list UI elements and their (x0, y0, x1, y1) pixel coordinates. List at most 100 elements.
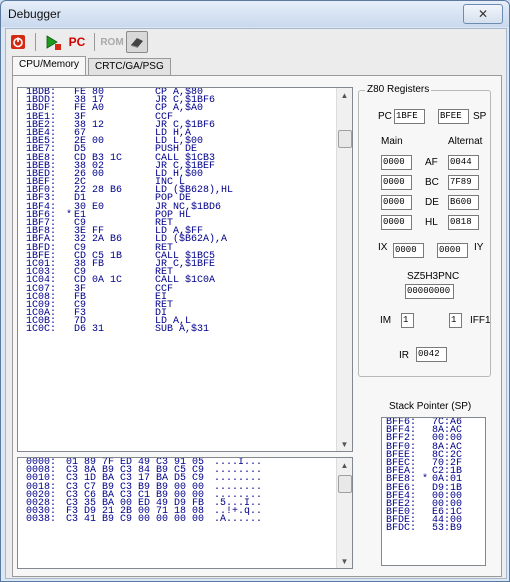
group-title: Z80 Registers (365, 84, 432, 95)
power-icon (11, 35, 25, 49)
opcode-bytes-cell: 38 12 (74, 119, 105, 131)
scroll-down-icon[interactable]: ▼ (337, 554, 352, 568)
eraser-icon (131, 38, 143, 48)
ix-label: IX (378, 242, 388, 253)
scroll-up-icon[interactable]: ▲ (337, 88, 352, 102)
iy-field[interactable]: 0000 (437, 243, 468, 258)
flags-label: SZ5H3PNC (407, 271, 460, 282)
instruction-cell: CP A,$A0 (155, 103, 204, 115)
im-field[interactable]: 1 (401, 313, 414, 328)
ir-field[interactable]: 0042 (416, 347, 447, 362)
im-label: IM (380, 315, 392, 326)
tab-bar: CPU/Memory CRTC/GA/PSG (12, 56, 173, 76)
opcode-bytes-cell: C9 (74, 299, 87, 311)
hl-main-field[interactable]: 0000 (381, 215, 412, 230)
rom-icon: ROM (100, 36, 124, 48)
memory-dump-list[interactable]: 0000: 01 89 7F ED 49 C3 91 05 ....I... 0008… (17, 457, 353, 569)
iff1-label: IFF1 (470, 315, 491, 326)
opcode-bytes-cell: E1 (74, 209, 87, 221)
pc-icon: PC (68, 35, 86, 49)
opcode-bytes-cell: 2E 00 (74, 136, 105, 148)
disassembly-list[interactable]: 1BDB: FE 80 CP A,$80 1BDD: 38 17 JR C,$1BF6 1B… (17, 87, 353, 452)
scroll-down-icon[interactable]: ▼ (337, 437, 352, 451)
stack-value-cell: 53:B9 (432, 523, 463, 535)
bc-alt-field[interactable]: 7F89 (448, 175, 479, 190)
opcode-bytes-cell: 32 2A B6 (74, 234, 123, 246)
memory-scrollbar[interactable]: ▲ ▼ (336, 458, 352, 568)
sp-label: SP (473, 111, 487, 122)
close-button[interactable]: ✕ (463, 4, 503, 24)
address-cell: 1C0C: (26, 324, 57, 336)
hex-bytes-cell: C3 41 B9 C9 00 00 00 00 (66, 514, 205, 526)
de-label: DE (425, 197, 439, 208)
tab-crtc-ga-psg[interactable]: CRTC/GA/PSG (88, 58, 171, 75)
title-bar[interactable]: Debugger ✕ (1, 1, 509, 27)
close-icon: ✕ (477, 7, 489, 21)
client-area: PC ROM CPU/Memory CRTC/GA/PSG 1BDB: FE 80… (5, 28, 507, 579)
step-icon (46, 35, 61, 50)
opcode-bytes-cell: 38 FB (74, 258, 105, 270)
opcode-bytes-cell: 26 00 (74, 168, 105, 180)
flags-field[interactable]: 00000000 (405, 284, 454, 299)
opcode-bytes-cell: D6 31 (74, 324, 105, 336)
alternate-label: Alternat (448, 136, 483, 147)
opcode-bytes-cell: 3F (74, 283, 87, 295)
toolbar-separator (94, 33, 95, 51)
sp-field[interactable]: BFEE (438, 109, 469, 124)
af-main-field[interactable]: 0000 (381, 155, 412, 170)
instruction-cell: CCF (155, 283, 174, 295)
de-alt-field[interactable]: B600 (448, 195, 479, 210)
opcode-bytes-cell: CD 0A 1C (74, 275, 123, 287)
memory-row[interactable]: 0038: C3 41 B9 C9 00 00 00 00 .A...... (26, 514, 274, 526)
window-title: Debugger (8, 7, 61, 21)
hl-label: HL (425, 217, 438, 228)
ascii-cell: .A...... (214, 514, 263, 526)
z80-registers-group: Z80 Registers PC 1BFE BFEE SP Main Alter… (358, 84, 491, 377)
debugger-window: Debugger ✕ PC ROM CPU/Memory CRTC/GA/PSG… (0, 0, 510, 582)
cpu-memory-panel: 1BDB: FE 80 CP A,$80 1BDD: 38 17 JR C,$1BF6 1B… (12, 75, 502, 577)
breakpoint-marker: * (66, 209, 73, 221)
stack-address-cell: BFDC: (386, 523, 417, 535)
stack-row[interactable]: BFDC: 53:B9 (386, 523, 476, 535)
stop-button[interactable] (8, 32, 28, 52)
eraser-button[interactable] (126, 31, 148, 53)
scroll-thumb[interactable] (338, 130, 352, 148)
opcode-bytes-cell: F3 (74, 308, 87, 320)
de-main-field[interactable]: 0000 (381, 195, 412, 210)
instruction-cell: SUB A,$31 (155, 324, 210, 336)
scroll-up-icon[interactable]: ▲ (337, 458, 352, 472)
af-label: AF (425, 157, 438, 168)
stack-list[interactable]: BFF6: 7C:A6 BFF4: 8A:AC BFF2: 00:00 BFF0: 8A:AC… (381, 417, 486, 566)
instruction-cell: LD ($B62A),A (155, 234, 228, 246)
pc-label: PC (378, 111, 392, 122)
instruction-cell: JR C,$1BFE (155, 258, 216, 270)
disassembly-scrollbar[interactable]: ▲ ▼ (336, 88, 352, 451)
instruction-cell: EI (155, 291, 168, 303)
opcode-bytes-cell: FE A0 (74, 103, 105, 115)
instruction-cell: CALL $1C0A (155, 275, 216, 287)
hl-alt-field[interactable]: 0818 (448, 215, 479, 230)
bc-main-field[interactable]: 0000 (381, 175, 412, 190)
iff-field[interactable]: 1 (449, 313, 462, 328)
disassembly-row[interactable]: 1C0C: D6 31 SUB A,$31 (26, 324, 305, 336)
toolbar-separator (35, 33, 36, 51)
pc-button[interactable]: PC (67, 32, 87, 52)
scroll-thumb[interactable] (338, 475, 352, 493)
opcode-bytes-cell: 22 28 B6 (74, 185, 123, 197)
opcode-bytes-cell: FB (74, 291, 87, 303)
pc-field[interactable]: 1BFE (394, 109, 425, 124)
opcode-bytes-cell: 30 E0 (74, 201, 105, 213)
ix-field[interactable]: 0000 (393, 243, 424, 258)
instruction-cell: POP HL (155, 209, 192, 221)
stack-marker: * (422, 474, 429, 486)
address-cell: 0038: (26, 514, 57, 526)
rom-button[interactable]: ROM (100, 32, 124, 52)
ir-label: IR (399, 350, 409, 361)
af-alt-field[interactable]: 0044 (448, 155, 479, 170)
stack-title: Stack Pointer (SP) (389, 401, 472, 412)
iy-label: IY (474, 242, 484, 253)
toolbar: PC ROM (8, 31, 148, 53)
step-button[interactable] (43, 32, 63, 52)
bc-label: BC (425, 177, 439, 188)
tab-cpu-memory[interactable]: CPU/Memory (12, 56, 87, 75)
